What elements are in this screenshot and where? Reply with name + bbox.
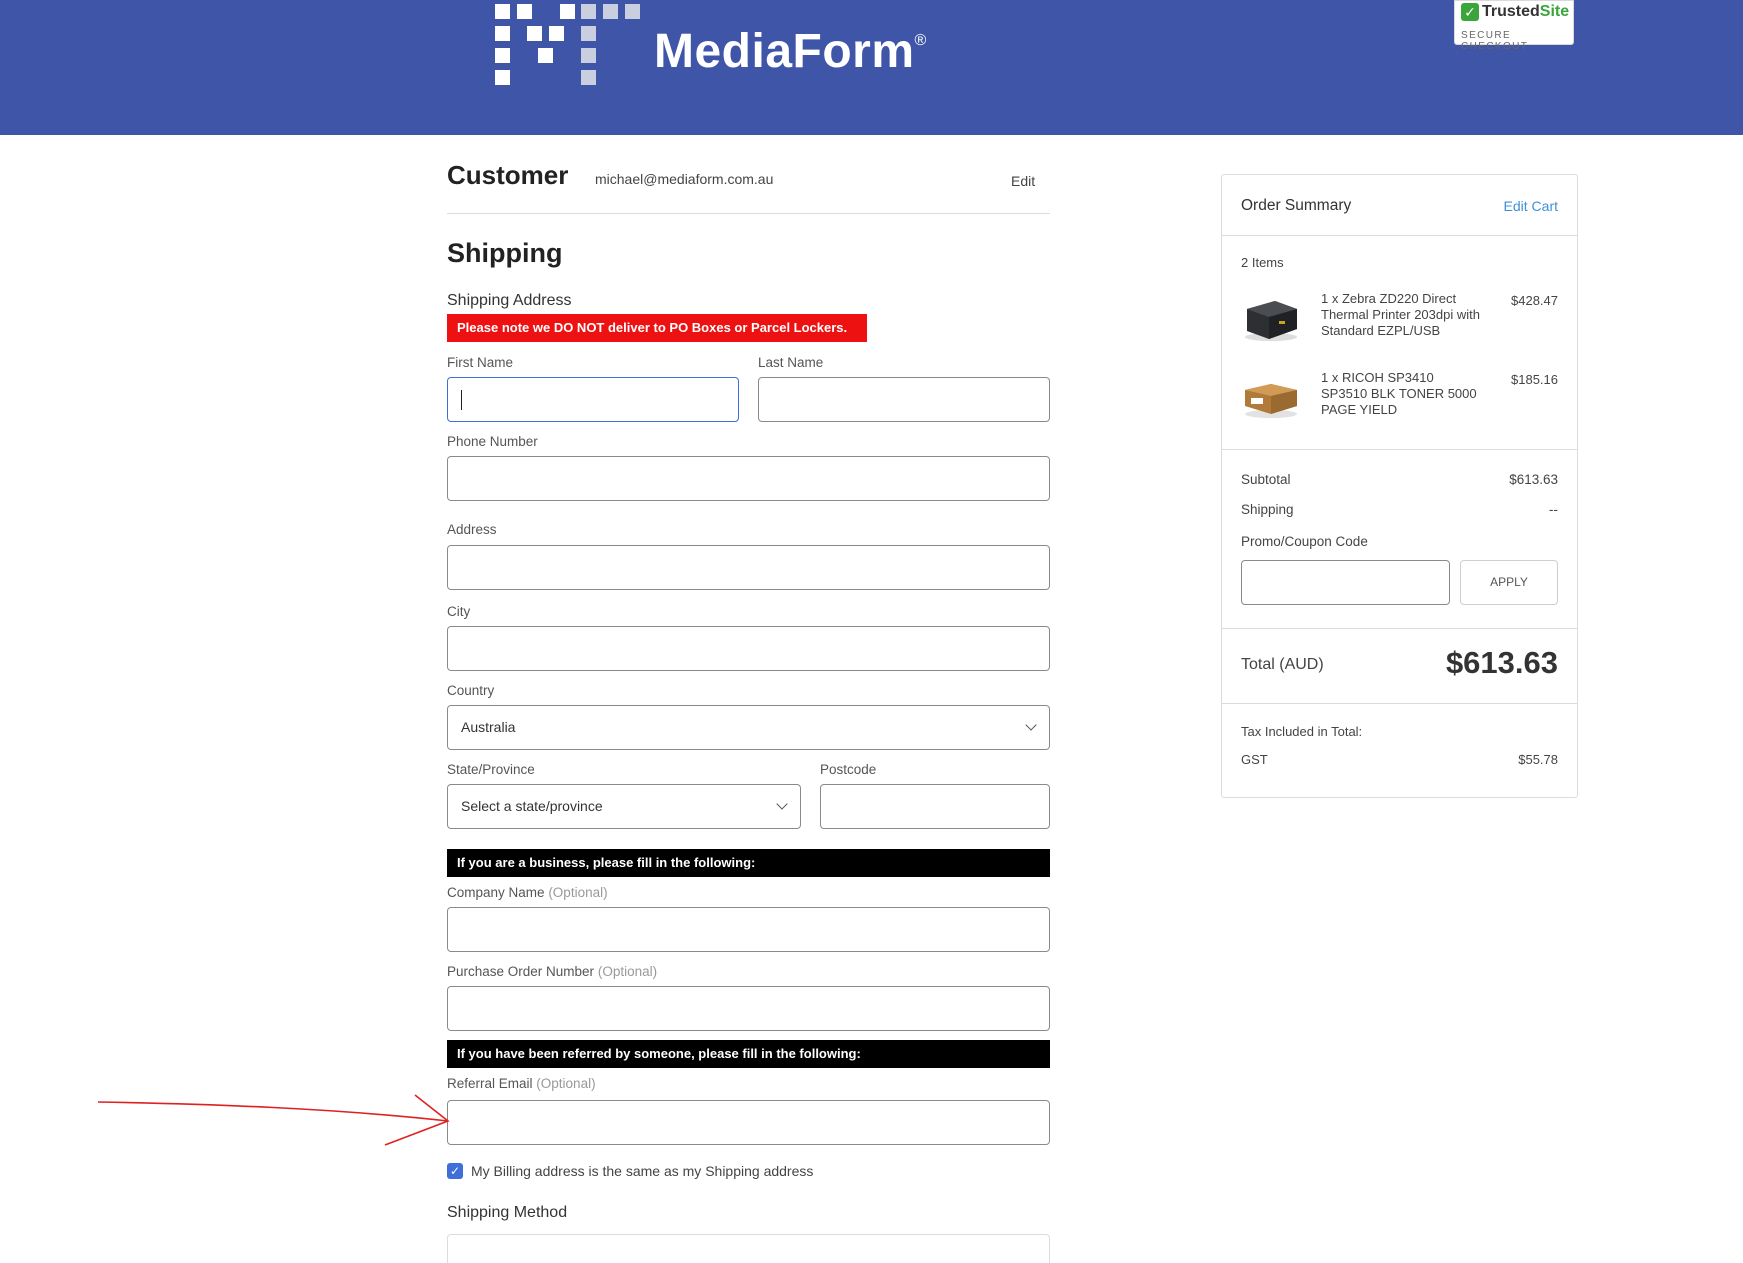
first-name-input[interactable] <box>447 377 739 422</box>
optional-tag: (Optional) <box>536 1076 596 1091</box>
toner-box-thumbnail <box>1245 384 1297 418</box>
order-summary-title: Order Summary <box>1241 197 1352 214</box>
check-icon: ✓ <box>1461 3 1479 21</box>
brand-logo-mark <box>495 4 645 90</box>
cart-item-price: $428.47 <box>1511 293 1558 308</box>
item-count: 2 Items <box>1241 255 1284 270</box>
state-select[interactable]: Select a state/province <box>447 784 801 829</box>
shipping-heading: Shipping <box>447 238 563 268</box>
summary-divider <box>1222 449 1577 450</box>
chevron-down-icon <box>1025 719 1037 731</box>
shipping-method-box[interactable] <box>447 1234 1050 1263</box>
address-label: Address <box>447 522 497 537</box>
city-label: City <box>447 604 471 619</box>
section-divider <box>447 213 1050 214</box>
first-name-label: First Name <box>447 355 514 370</box>
phone-input[interactable] <box>447 456 1050 501</box>
optional-tag: (Optional) <box>597 964 658 979</box>
summary-divider <box>1222 235 1577 236</box>
trusted-site-subtitle: SECURE CHECKOUT <box>1461 30 1529 52</box>
total-value: $613.63 <box>1445 645 1558 680</box>
printer-thumbnail <box>1245 301 1297 341</box>
promo-code-input[interactable] <box>1241 560 1450 605</box>
company-input[interactable] <box>447 907 1050 952</box>
apply-promo-button[interactable]: APPLY <box>1460 560 1558 605</box>
brand-name: MediaForm <box>654 25 915 78</box>
tax-heading: Tax Included in Total: <box>1241 724 1363 739</box>
po-box-warning: Please note we DO NOT deliver to PO Boxe… <box>447 314 867 342</box>
customer-email: michael@mediaform.com.au <box>595 171 774 187</box>
last-name-label: Last Name <box>758 355 824 370</box>
last-name-input[interactable] <box>758 377 1050 422</box>
optional-tag: (Optional) <box>548 885 608 900</box>
chevron-down-icon <box>776 798 788 810</box>
gst-value: $55.78 <box>1518 752 1558 767</box>
brand-logo-text: MediaForm® <box>654 24 927 79</box>
shipping-method-heading: Shipping Method <box>447 1204 568 1221</box>
subtotal-value: $613.63 <box>1509 472 1558 487</box>
summary-divider <box>1222 628 1577 629</box>
cart-item-name: 1 x Zebra ZD220 Direct Thermal Printer 2… <box>1321 291 1480 338</box>
address-input[interactable] <box>447 545 1050 590</box>
company-label: Company Name (Optional) <box>447 885 608 900</box>
country-select[interactable]: Australia <box>447 705 1050 750</box>
postcode-label: Postcode <box>820 762 877 777</box>
site-header: MediaForm® ✓ TrustedSite SECURE CHECKOUT <box>0 0 1743 135</box>
postcode-input[interactable] <box>820 784 1050 829</box>
billing-same-checkbox[interactable]: ✓ <box>447 1163 463 1179</box>
referral-note-bar: If you have been referred by someone, pl… <box>447 1040 1050 1068</box>
cart-item-name: 1 x RICOH SP3410 SP3510 BLK TONER 5000 P… <box>1321 370 1477 417</box>
state-label: State/Province <box>447 762 535 777</box>
edit-cart-link[interactable]: Edit Cart <box>1504 198 1558 214</box>
trusted-site-badge[interactable]: ✓ TrustedSite SECURE CHECKOUT <box>1454 0 1574 52</box>
shipping-cost-label: Shipping <box>1241 502 1294 517</box>
text-cursor <box>461 390 462 410</box>
po-number-label: Purchase Order Number (Optional) <box>447 964 658 979</box>
customer-edit-link[interactable]: Edit <box>1011 173 1035 189</box>
country-select-value: Australia <box>461 719 516 735</box>
country-label: Country <box>447 683 495 698</box>
total-label: Total (AUD) <box>1241 656 1324 673</box>
cart-item-price: $185.16 <box>1511 372 1558 387</box>
subtotal-label: Subtotal <box>1241 472 1291 487</box>
trusted-site-name: TrustedSite <box>1482 3 1570 20</box>
registered-mark: ® <box>914 32 927 49</box>
phone-label: Phone Number <box>447 434 538 449</box>
summary-divider <box>1222 703 1577 704</box>
city-input[interactable] <box>447 626 1050 671</box>
shipping-cost-value: -- <box>1549 502 1558 517</box>
business-note-bar: If you are a business, please fill in th… <box>447 849 1050 877</box>
promo-code-label: Promo/Coupon Code <box>1241 534 1368 549</box>
shipping-address-heading: Shipping Address <box>447 292 572 309</box>
annotation-arrow <box>97 1094 450 1146</box>
gst-label: GST <box>1241 752 1268 767</box>
order-summary-panel: Order Summary Edit Cart 2 Items 1 x Zebr… <box>1221 174 1578 798</box>
referral-email-input[interactable] <box>447 1100 1050 1145</box>
state-select-value: Select a state/province <box>461 798 603 814</box>
customer-heading: Customer <box>447 160 569 190</box>
billing-same-label[interactable]: My Billing address is the same as my Shi… <box>471 1163 813 1179</box>
referral-email-label: Referral Email (Optional) <box>447 1076 596 1091</box>
po-number-input[interactable] <box>447 986 1050 1031</box>
